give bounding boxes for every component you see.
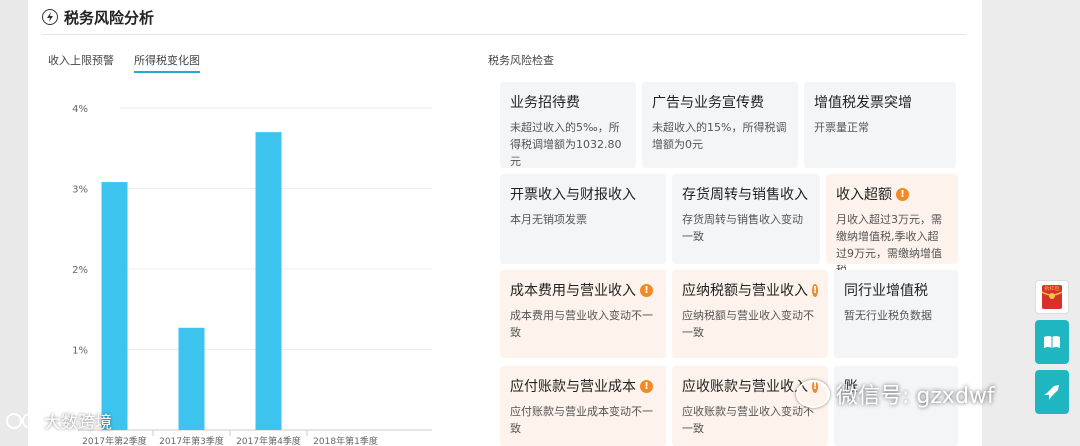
risk-card[interactable]: 存货周转与销售收入存货周转与销售收入变动一致 bbox=[672, 174, 820, 264]
risk-card[interactable]: 同行业增值税 暂无行业税负数据 bbox=[834, 270, 958, 358]
risk-card-description: 开票量正常 bbox=[814, 121, 869, 134]
divider bbox=[42, 34, 966, 35]
risk-card-title: 应收账款与营业收入 bbox=[682, 379, 808, 395]
x-tick-label: 2017年第4季度 bbox=[236, 435, 301, 446]
risk-card-description: 未超过收入的5‰，所得税调增额为1032.80元 bbox=[510, 121, 622, 168]
risk-card[interactable]: 增值税发票突增 开票量正常 bbox=[804, 82, 956, 168]
red-packet-button[interactable]: 拆红包 bbox=[1035, 280, 1069, 314]
risk-card[interactable]: 开票收入与财报收入 本月无销项发票 bbox=[500, 174, 666, 264]
risk-card-title: 存货周转与销售收入 bbox=[682, 187, 808, 203]
risk-card[interactable]: 应付账款与营业成本! 应付账款与营业成本变动不一致 bbox=[500, 366, 666, 446]
risk-card[interactable]: 成本费用与营业收入! 成本费用与营业收入变动不一致 bbox=[500, 270, 666, 358]
risk-card-title-row: 存货周转与销售收入 bbox=[682, 184, 810, 204]
income-tax-bar-chart: 1% 2% 3% 4% 2017年第2季度 2017年第3季度 2017年第4季度 2018年… bbox=[72, 96, 432, 446]
alert-icon: ! bbox=[812, 283, 818, 297]
risk-card-description: 存货周转与销售收入变动一致 bbox=[682, 213, 803, 243]
red-packet-label: 拆红包 bbox=[1044, 285, 1059, 292]
book-button[interactable] bbox=[1035, 320, 1069, 364]
risk-card-description: 月收入超过3万元，需缴纳增值税,季收入超过9万元，需缴纳增值税 bbox=[836, 213, 942, 277]
risk-card-title: 同行业增值税 bbox=[844, 283, 928, 299]
risk-card[interactable]: 应纳税额与营业收入! 应纳税额与营业收入变动不一致 bbox=[672, 270, 828, 358]
rocket-button[interactable] bbox=[1035, 370, 1069, 414]
x-tick-label: 2017年第2季度 bbox=[82, 435, 147, 446]
y-tick-label: 4% bbox=[72, 104, 88, 115]
panel-header: 税务风险分析 bbox=[42, 6, 154, 28]
risk-card-title: 广告与业务宣传费 bbox=[652, 95, 764, 111]
bar-3 bbox=[255, 132, 282, 430]
x-tick-label: 2018年第1季度 bbox=[313, 435, 378, 446]
alert-icon: ! bbox=[640, 283, 653, 297]
risk-card-title-row: 成本费用与营业收入! bbox=[510, 280, 656, 300]
risk-card-title: 应纳税额与营业收入 bbox=[682, 283, 808, 299]
y-tick-label: 1% bbox=[72, 346, 88, 357]
risk-card-description: 未超收入的15%，所得税调增额为0元 bbox=[652, 121, 787, 151]
book-icon bbox=[1044, 336, 1060, 348]
risk-card-description: 暂无行业税负数据 bbox=[844, 309, 932, 322]
risk-card-title: 应付账款与营业成本 bbox=[510, 379, 636, 395]
tab-income-tax-chart[interactable]: 所得税变化图 bbox=[134, 52, 200, 73]
risk-card-title-row: 应付账款与营业成本! bbox=[510, 376, 656, 396]
risk-card-title-row: 增值税发票突增 bbox=[814, 92, 946, 112]
risk-card-description: 应付账款与营业成本变动不一致 bbox=[510, 405, 653, 435]
risk-card-title: 业务招待费 bbox=[510, 95, 580, 111]
risk-card-description: 本月无销项发票 bbox=[510, 213, 587, 226]
risk-card-description: 成本费用与营业收入变动不一致 bbox=[510, 309, 653, 339]
watermark-left-text: 大数跨境 bbox=[44, 413, 112, 433]
left-margin bbox=[0, 0, 28, 446]
risk-check-title: 税务风险检查 bbox=[488, 54, 554, 67]
watermark-logo-icon bbox=[6, 412, 38, 429]
risk-card-title-row: 广告与业务宣传费 bbox=[652, 92, 788, 112]
risk-card-title-row: 开票收入与财报收入 bbox=[510, 184, 656, 204]
risk-card-title-row: 应纳税额与营业收入! bbox=[682, 280, 818, 300]
alert-icon: ! bbox=[896, 187, 909, 201]
red-packet-icon: 拆红包 bbox=[1041, 285, 1063, 309]
bar-2 bbox=[178, 327, 205, 430]
chart-svg: 1% 2% 3% 4% 2017年第2季度 2017年第3季度 2017年第4季度 2018年… bbox=[72, 104, 432, 446]
bar-1 bbox=[101, 182, 128, 430]
risk-card-title-row: 业务招待费 bbox=[510, 92, 626, 112]
risk-card-title-row: 收入超额! bbox=[836, 184, 948, 204]
watermark-left: 大数跨境 bbox=[4, 408, 112, 433]
page-title: 税务风险分析 bbox=[64, 8, 155, 27]
risk-card-title: 收入超额 bbox=[836, 187, 892, 203]
y-tick-label: 3% bbox=[72, 185, 88, 196]
watermark-right-text: 微信号: gzxdwf bbox=[836, 384, 995, 409]
risk-card-title: 增值税发票突增 bbox=[814, 95, 912, 111]
alert-icon: ! bbox=[640, 379, 653, 393]
risk-card-title: 成本费用与营业收入 bbox=[510, 283, 636, 299]
watermark-right: 微信号: gzxdwf bbox=[796, 378, 995, 410]
risk-card[interactable]: 广告与业务宣传费未超收入的15%，所得税调增额为0元 bbox=[642, 82, 798, 168]
risk-card-description: 应纳税额与营业收入变动不一致 bbox=[682, 309, 814, 339]
lightning-bolt-icon bbox=[42, 9, 58, 25]
chart-tabs: 收入上限预警 所得税变化图 bbox=[48, 52, 220, 73]
risk-card-title-row: 同行业增值税 bbox=[844, 280, 948, 300]
risk-card[interactable]: 收入超额! 月收入超过3万元，需缴纳增值税,季收入超过9万元，需缴纳增值税 bbox=[826, 174, 958, 277]
y-tick-label: 2% bbox=[72, 265, 88, 276]
wechat-logo-icon bbox=[796, 380, 830, 408]
rocket-icon bbox=[1044, 385, 1059, 400]
risk-card[interactable]: 业务招待费未超过收入的5‰，所得税调增额为1032.80元 bbox=[500, 82, 636, 168]
tab-income-limit-warning[interactable]: 收入上限预警 bbox=[48, 52, 114, 73]
risk-card-title: 开票收入与财报收入 bbox=[510, 187, 636, 203]
x-tick-label: 2017年第3季度 bbox=[159, 435, 224, 446]
